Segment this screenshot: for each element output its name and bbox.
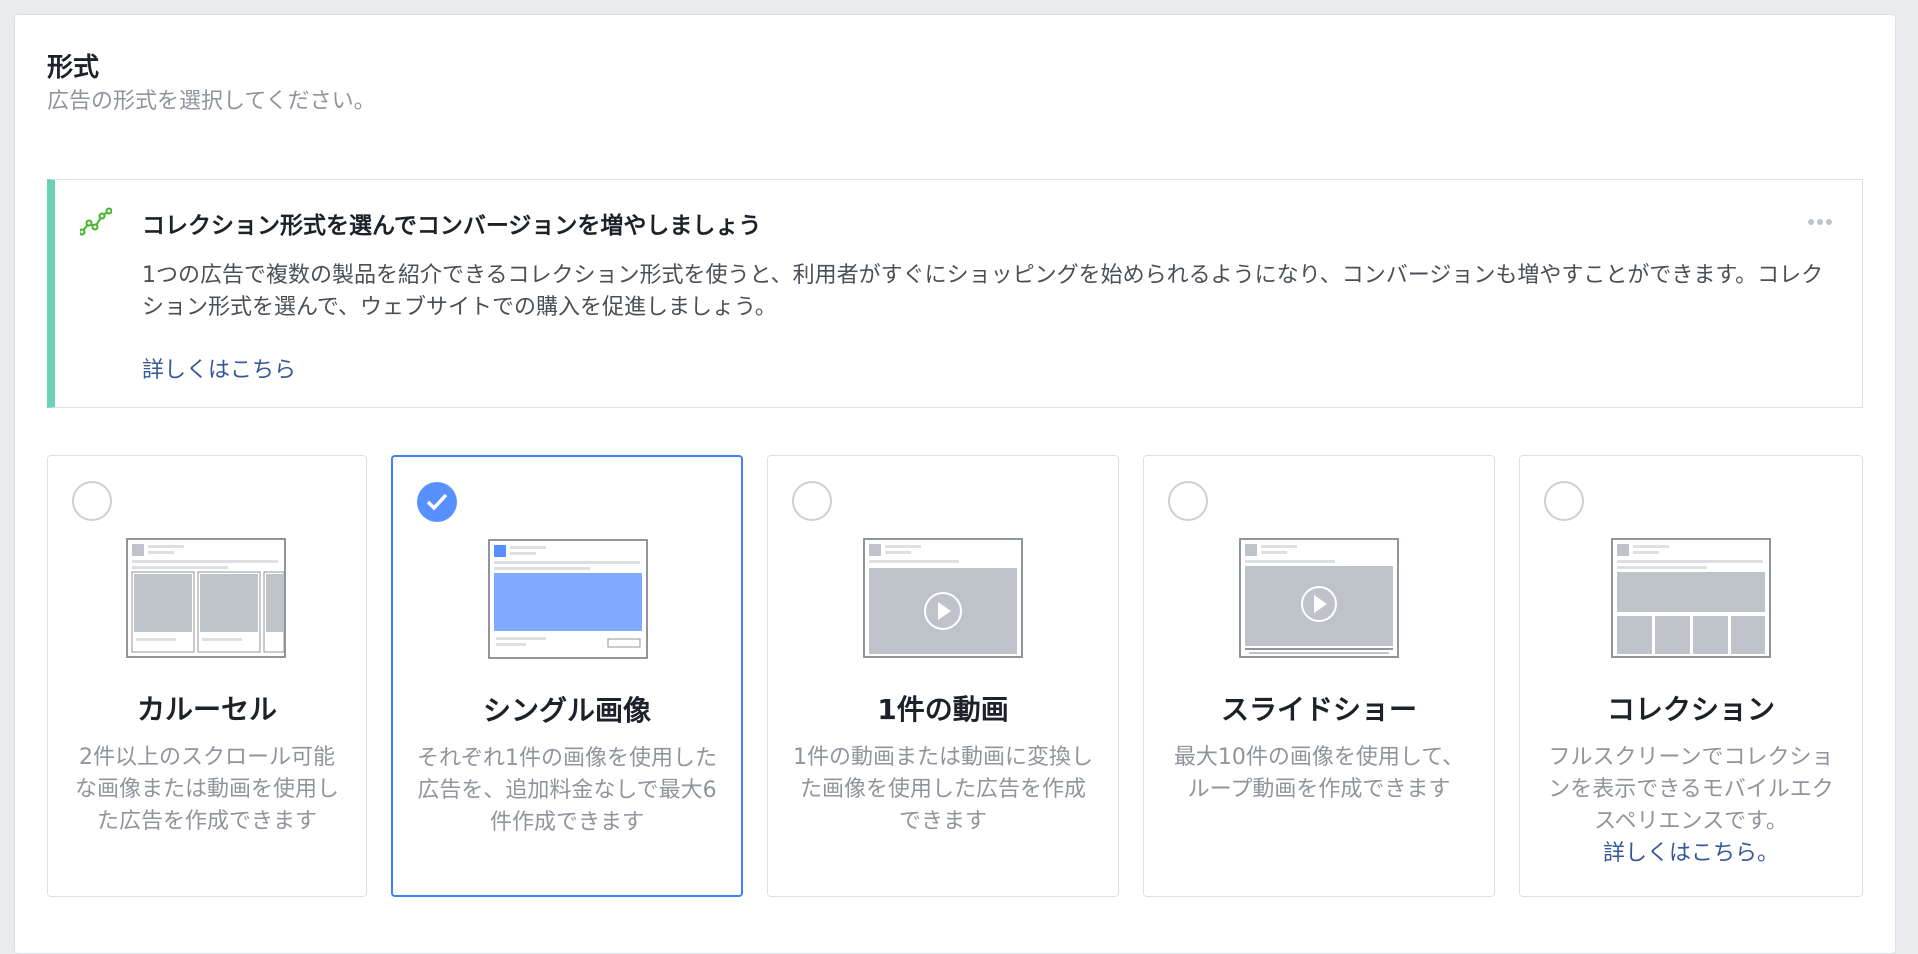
learn-more-link[interactable]: 詳しくはこちら <box>142 352 296 384</box>
radio-button[interactable] <box>1168 481 1208 521</box>
collection-preview-icon <box>1611 538 1771 658</box>
format-title: カルーセル <box>136 693 277 726</box>
format-card-collection[interactable]: コレクション フルスクリーンでコレクションを表示できるモバイルエクスペリエンスで… <box>1519 455 1863 897</box>
format-description: 2件以上のスクロール可能な画像または動画を使用した広告を作成できます <box>74 745 339 834</box>
collection-tip-banner: コレクション形式を選んでコンバージョンを増やしましょう 1つの広告で複数の製品を… <box>47 179 1863 408</box>
format-description: フルスクリーンでコレクションを表示できるモバイルエクスペリエンスです。 詳しくは… <box>1542 742 1840 870</box>
format-title: コレクション <box>1606 693 1775 726</box>
carousel-preview-icon <box>126 538 286 658</box>
format-card-carousel[interactable]: カルーセル 2件以上のスクロール可能な画像または動画を使用した広告を作成できます <box>47 455 367 897</box>
format-title: シングル画像 <box>482 694 651 727</box>
format-card-single-image[interactable]: シングル画像 それぞれ1件の画像を使用した広告を、追加料金なしで最大6件作成でき… <box>391 455 743 897</box>
format-title: スライドショー <box>1220 693 1417 726</box>
collection-learn-more-link[interactable]: 詳しくはこちら。 <box>1542 838 1840 870</box>
section-subtitle: 広告の形式を選択してください。 <box>47 89 376 114</box>
radio-button-checked[interactable] <box>417 482 457 522</box>
slideshow-preview-icon <box>1239 538 1399 658</box>
format-card-video[interactable]: 1件の動画 1件の動画または動画に変換した画像を使用した広告を作成できます <box>767 455 1119 897</box>
format-panel: 形式 広告の形式を選択してください。 コレクション形式を選んでコンバージョンを増… <box>14 14 1896 954</box>
radio-button[interactable] <box>1544 481 1584 521</box>
section-title: 形式 <box>47 53 100 83</box>
trend-chart-icon <box>80 207 112 236</box>
format-title: 1件の動画 <box>877 693 1009 726</box>
checkmark-icon <box>426 493 448 511</box>
radio-button[interactable] <box>72 481 112 521</box>
format-description-text: フルスクリーンでコレクションを表示できるモバイルエクスペリエンスです。 <box>1548 745 1834 834</box>
format-description: 1件の動画または動画に変換した画像を使用した広告を作成できます <box>793 745 1093 834</box>
single-image-preview-icon <box>488 539 648 659</box>
video-preview-icon <box>863 538 1023 658</box>
format-description: それぞれ1件の画像を使用した広告を、追加料金なしで最大6件作成できます <box>417 746 717 835</box>
format-description: 最大10件の画像を使用して、ループ動画を作成できます <box>1173 745 1465 802</box>
banner-title: コレクション形式を選んでコンバージョンを増やしましょう <box>142 213 762 239</box>
more-options-icon[interactable] <box>1808 210 1838 225</box>
format-card-slideshow[interactable]: スライドショー 最大10件の画像を使用して、ループ動画を作成できます <box>1143 455 1495 897</box>
banner-body: 1つの広告で複数の製品を紹介できるコレクション形式を使うと、利用者がすぐにショッ… <box>142 263 1824 320</box>
radio-button[interactable] <box>792 481 832 521</box>
